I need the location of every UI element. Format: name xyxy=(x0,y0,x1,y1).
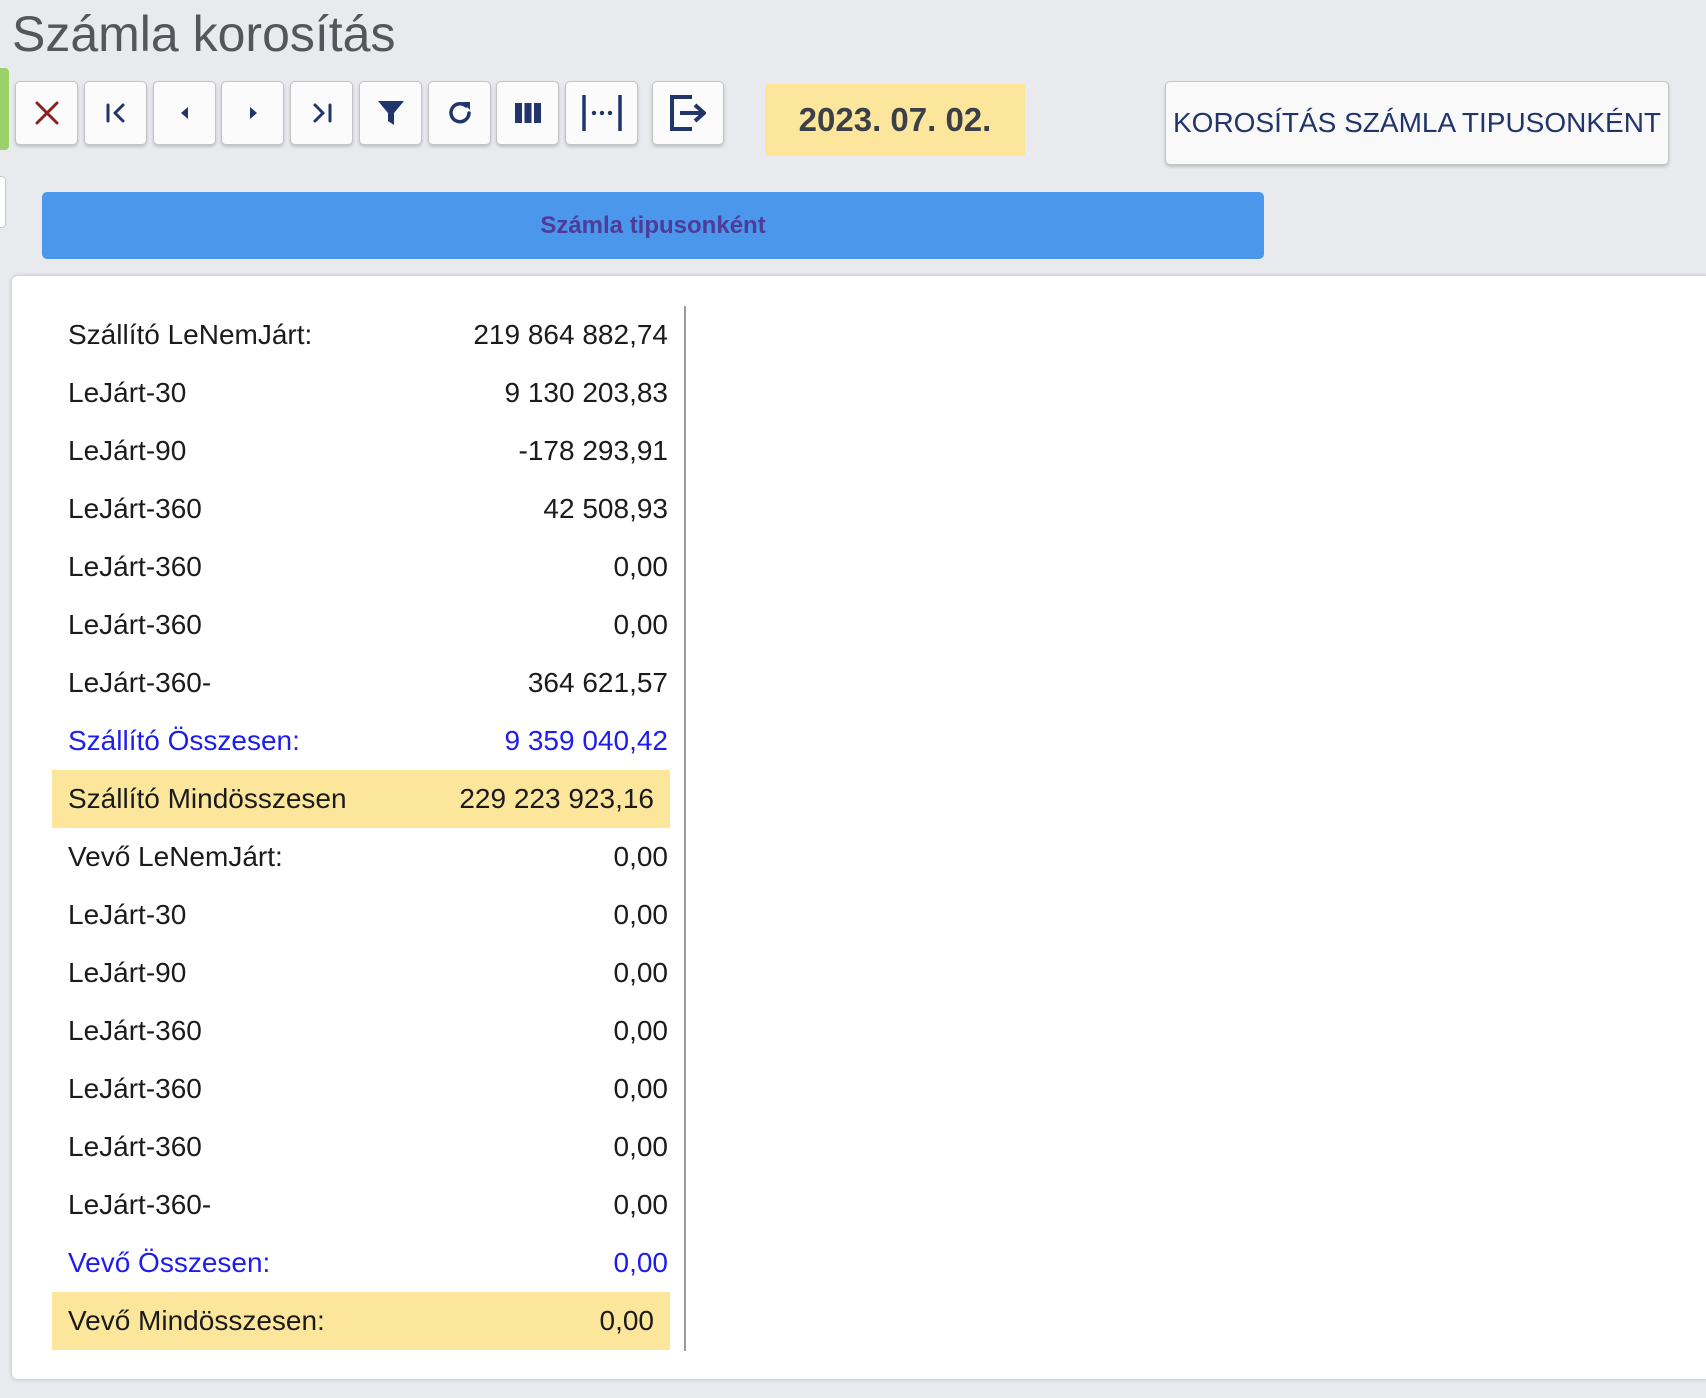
table-row: LeJárt-360 0,00 xyxy=(52,1060,684,1118)
row-value: 0,00 xyxy=(613,1015,669,1046)
row-label: LeJárt-90 xyxy=(68,435,187,466)
row-label: LeJárt-360 xyxy=(68,1073,202,1104)
column-width-icon xyxy=(581,95,622,131)
row-value: 229 223 923,16 xyxy=(459,783,654,814)
table-row: LeJárt-360- 0,00 xyxy=(52,1176,684,1234)
row-label: LeJárt-360- xyxy=(68,1189,212,1220)
side-handle[interactable] xyxy=(0,68,9,150)
row-label: LeJárt-30 xyxy=(68,377,187,408)
first-icon xyxy=(106,103,124,123)
row-label: Vevő LeNemJárt: xyxy=(68,841,283,872)
row-label: LeJárt-360 xyxy=(68,1015,202,1046)
next-icon xyxy=(249,107,257,119)
export-icon xyxy=(670,95,706,131)
row-value: 0,00 xyxy=(613,841,669,872)
report-date[interactable]: 2023. 07. 02. xyxy=(765,84,1025,156)
row-label: Szállító LeNemJárt: xyxy=(68,319,313,350)
row-label: LeJárt-30 xyxy=(68,899,187,930)
filter-icon xyxy=(377,101,404,125)
refresh-button[interactable] xyxy=(428,81,491,145)
row-value: 364 621,57 xyxy=(527,667,668,698)
grand-total-row: Szállító Mindösszesen 229 223 923,16 xyxy=(52,770,670,828)
row-value: 0,00 xyxy=(599,1305,655,1336)
row-label: LeJárt-360 xyxy=(68,609,202,640)
close-button[interactable] xyxy=(15,81,78,145)
aging-summary-table: Szállító LeNemJárt: 219 864 882,74 LeJárt-… xyxy=(52,306,686,1351)
prev-icon xyxy=(180,107,188,119)
row-label: Vevő Mindösszesen: xyxy=(68,1305,325,1336)
page-title: Számla korosítás xyxy=(12,6,396,62)
row-label: LeJárt-360 xyxy=(68,551,202,582)
filter-button[interactable] xyxy=(359,81,422,145)
close-icon xyxy=(35,101,58,125)
table-row: Vevő LeNemJárt: 0,00 xyxy=(52,828,684,886)
row-value: 0,00 xyxy=(613,957,669,988)
column-width-button[interactable] xyxy=(565,81,638,145)
next-record-button[interactable] xyxy=(221,81,284,145)
last-record-button[interactable] xyxy=(290,81,353,145)
last-icon xyxy=(313,103,331,123)
row-label: LeJárt-360- xyxy=(68,667,212,698)
row-label: Szállító Összesen: xyxy=(68,725,300,756)
table-row: LeJárt-360 0,00 xyxy=(52,1002,684,1060)
aging-by-invoice-type-button[interactable]: KOROSÍTÁS SZÁMLA TIPUSONKÉNT xyxy=(1165,81,1669,165)
side-panel-tab[interactable] xyxy=(0,176,6,228)
row-value: 0,00 xyxy=(613,1189,669,1220)
table-row: LeJárt-90 0,00 xyxy=(52,944,684,1002)
row-value: 0,00 xyxy=(613,609,669,640)
columns-icon xyxy=(514,103,541,123)
table-row: LeJárt-30 9 130 203,83 xyxy=(52,364,684,422)
row-value: 42 508,93 xyxy=(543,493,668,524)
refresh-icon xyxy=(448,101,471,124)
subtotal-row: Vevő Összesen: 0,00 xyxy=(52,1234,684,1292)
row-value: 0,00 xyxy=(613,551,669,582)
report-panel: Szállító LeNemJárt: 219 864 882,74 LeJárt-… xyxy=(12,276,1706,1379)
row-label: LeJárt-360 xyxy=(68,1131,202,1162)
table-row: Szállító LeNemJárt: 219 864 882,74 xyxy=(52,306,684,364)
first-record-button[interactable] xyxy=(84,81,147,145)
previous-record-button[interactable] xyxy=(153,81,216,145)
row-value: 9 130 203,83 xyxy=(504,377,669,408)
row-value: 0,00 xyxy=(613,1073,669,1104)
row-value: 219 864 882,74 xyxy=(473,319,668,350)
columns-button[interactable] xyxy=(496,81,559,145)
table-row: LeJárt-30 0,00 xyxy=(52,886,684,944)
row-label: Szállító Mindösszesen xyxy=(68,783,347,814)
row-value: 0,00 xyxy=(613,1247,669,1278)
table-row: LeJárt-360 0,00 xyxy=(52,538,684,596)
row-label: Vevő Összesen: xyxy=(68,1247,271,1278)
row-value: 9 359 040,42 xyxy=(504,725,669,756)
table-row: LeJárt-360 0,00 xyxy=(52,1118,684,1176)
table-row: LeJárt-360- 364 621,57 xyxy=(52,654,684,712)
row-value: 0,00 xyxy=(613,1131,669,1162)
table-row: LeJárt-360 42 508,93 xyxy=(52,480,684,538)
subtotal-row: Szállító Összesen: 9 359 040,42 xyxy=(52,712,684,770)
table-row: LeJárt-360 0,00 xyxy=(52,596,684,654)
row-value: 0,00 xyxy=(613,899,669,930)
table-row: LeJárt-90 -178 293,91 xyxy=(52,422,684,480)
row-value: -178 293,91 xyxy=(518,435,668,466)
tab-invoice-type[interactable]: Számla tipusonként xyxy=(42,192,1264,259)
row-label: LeJárt-90 xyxy=(68,957,187,988)
grand-total-row: Vevő Mindösszesen: 0,00 xyxy=(52,1292,670,1350)
export-button[interactable] xyxy=(652,81,724,145)
row-label: LeJárt-360 xyxy=(68,493,202,524)
